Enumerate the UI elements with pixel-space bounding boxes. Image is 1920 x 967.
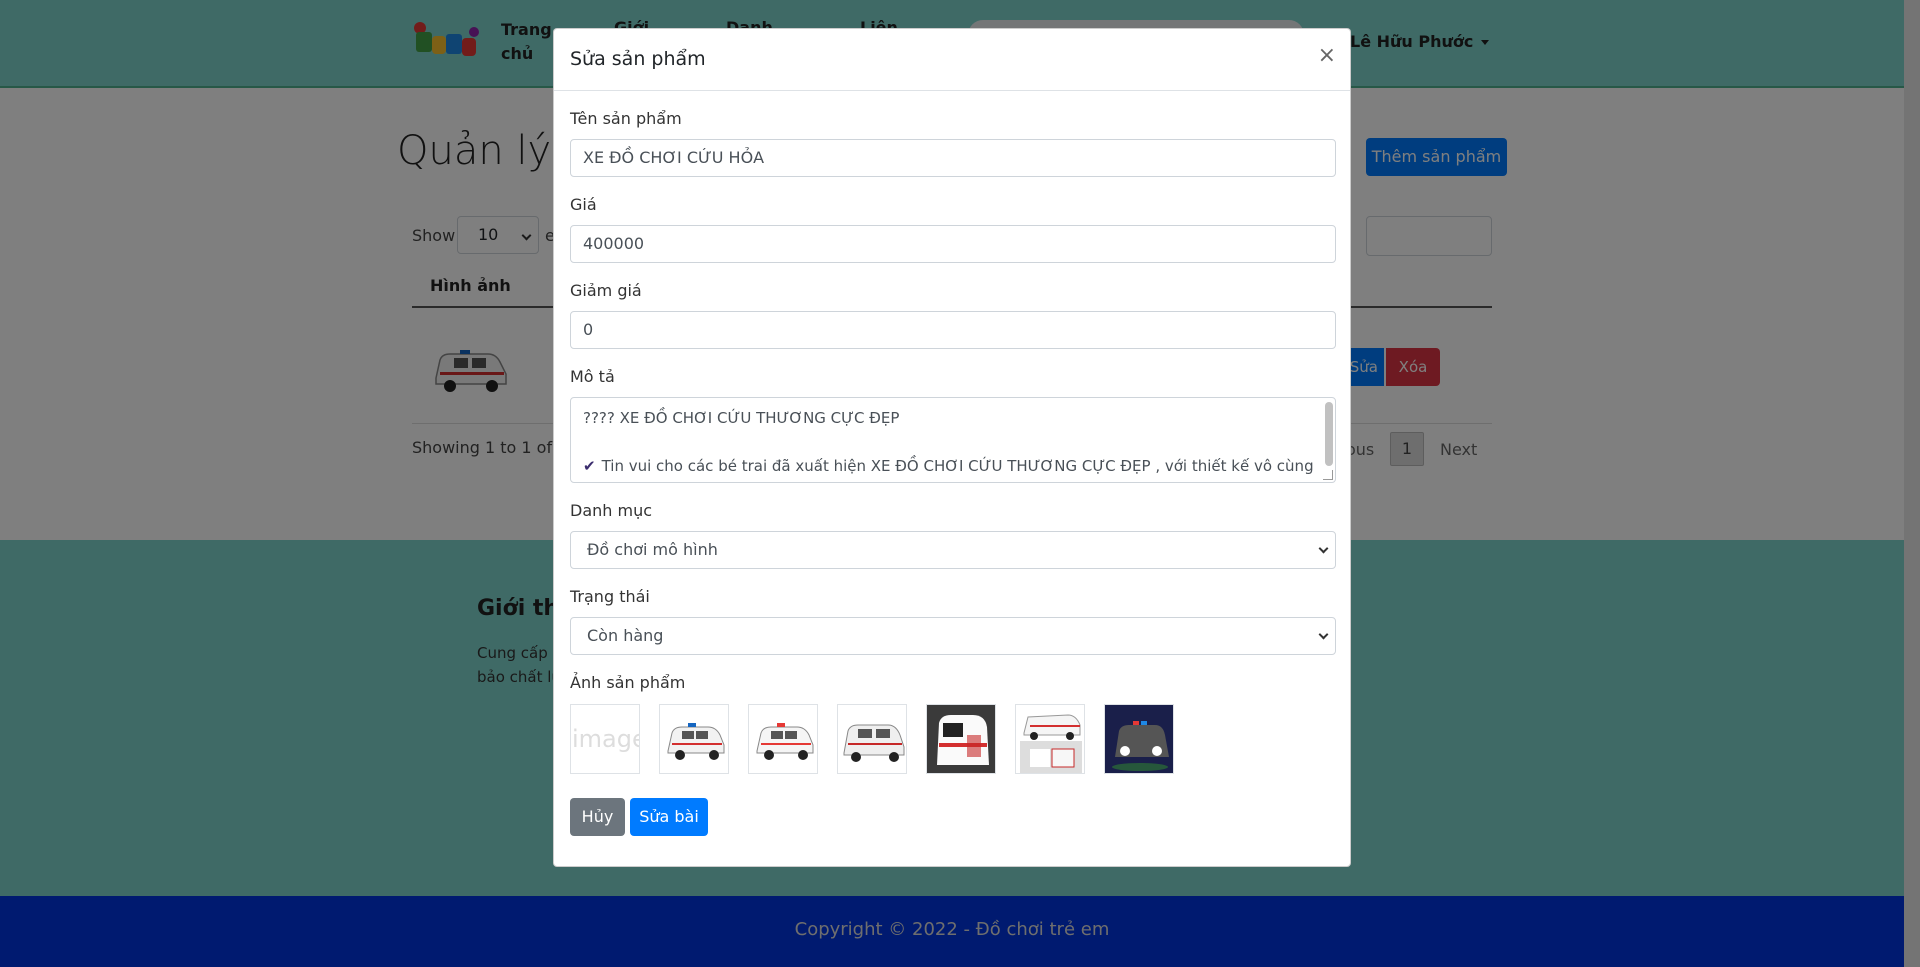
- product-image[interactable]: [659, 704, 729, 774]
- status-selected-value: Còn hàng: [587, 626, 664, 645]
- discount-input[interactable]: 0: [570, 311, 1336, 349]
- product-image[interactable]: [748, 704, 818, 774]
- description-textarea[interactable]: ???? XE ĐỒ CHƠI CỨU THƯƠNG CỰC ĐẸP ✔ Tin …: [570, 397, 1336, 483]
- product-image[interactable]: [926, 704, 996, 774]
- price-label: Giá: [570, 195, 597, 214]
- discount-label: Giảm giá: [570, 281, 642, 300]
- chevron-down-icon: [1318, 543, 1329, 554]
- category-selected-value: Đồ chơi mô hình: [587, 540, 718, 559]
- product-image[interactable]: [1104, 704, 1174, 774]
- image-placeholder-text: image: [572, 725, 640, 753]
- save-button[interactable]: Sửa bài: [630, 798, 708, 836]
- description-line1: ???? XE ĐỒ CHƠI CỨU THƯƠNG CỰC ĐẸP: [583, 409, 900, 427]
- modal-title: Sửa sản phẩm: [570, 48, 706, 70]
- edit-product-modal: Sửa sản phẩm × Tên sản phẩm XE ĐỒ CHƠI C…: [553, 28, 1351, 867]
- description-label: Mô tả: [570, 367, 615, 386]
- chevron-down-icon: [1318, 629, 1329, 640]
- category-label: Danh mục: [570, 501, 653, 520]
- images-label: Ảnh sản phẩm: [570, 673, 686, 692]
- product-image[interactable]: [837, 704, 907, 774]
- image-placeholder[interactable]: image: [570, 704, 640, 774]
- resize-handle-icon[interactable]: [1323, 470, 1333, 480]
- description-line2-text: Tin vui cho các bé trai đã xuất hiện XE …: [601, 457, 1314, 475]
- status-select[interactable]: Còn hàng: [570, 617, 1336, 655]
- close-icon[interactable]: ×: [1318, 43, 1336, 69]
- status-label: Trạng thái: [570, 587, 650, 606]
- description-line2: ✔ Tin vui cho các bé trai đã xuất hiện XE…: [583, 454, 1323, 478]
- product-name-label: Tên sản phẩm: [570, 109, 682, 128]
- product-name-input[interactable]: XE ĐỒ CHƠI CỨU HỎA: [570, 139, 1336, 177]
- textarea-scrollbar[interactable]: [1325, 402, 1333, 466]
- category-select[interactable]: Đồ chơi mô hình: [570, 531, 1336, 569]
- product-image[interactable]: [1015, 704, 1085, 774]
- cancel-button[interactable]: Hủy: [570, 798, 625, 836]
- price-input[interactable]: 400000: [570, 225, 1336, 263]
- modal-header: Sửa sản phẩm ×: [554, 29, 1350, 91]
- check-icon: ✔: [583, 457, 596, 475]
